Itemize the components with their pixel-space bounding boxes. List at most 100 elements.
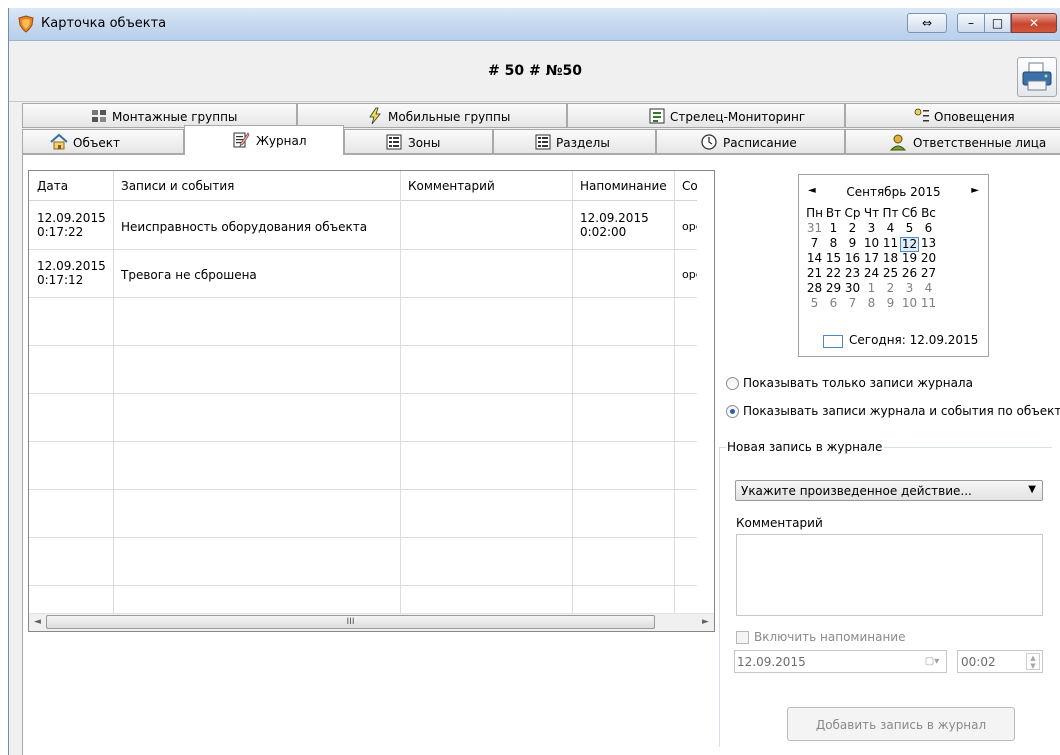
tab-object[interactable]: Объект (22, 129, 184, 154)
calendar-day[interactable]: 3 (862, 222, 881, 235)
cell-employee[interactable]: operator (682, 268, 698, 282)
calendar-today-link[interactable]: Сегодня: 12.09.2015 (849, 333, 978, 347)
print-button[interactable] (1017, 57, 1057, 97)
calendar-day[interactable]: 12 (900, 237, 919, 252)
calendar-day[interactable]: 5 (900, 222, 919, 235)
calendar-day[interactable]: 31 (805, 222, 824, 235)
calendar-day[interactable]: 17 (862, 252, 881, 265)
calendar-day[interactable]: 8 (824, 237, 843, 250)
calendar-day[interactable]: 27 (919, 267, 938, 280)
restore-size-button[interactable]: ⇔ (907, 13, 947, 33)
calendar-weekday-header: Пн (806, 206, 823, 220)
calendar-day[interactable]: 8 (862, 297, 881, 310)
calendar-weekday-header: Вс (921, 206, 936, 220)
cell-event[interactable]: Неисправность оборудования объекта (121, 220, 396, 234)
scroll-grip: III (346, 617, 355, 627)
calendar-day[interactable]: 10 (900, 297, 919, 310)
journal-icon (233, 132, 250, 148)
calendar-day[interactable]: 15 (824, 252, 843, 265)
calendar-day[interactable]: 10 (862, 237, 881, 250)
cell-event[interactable]: Тревога не сброшена (121, 268, 396, 282)
radio-label: Показывать записи журнала и события по о… (743, 404, 1060, 418)
calendar-day[interactable]: 4 (919, 282, 938, 295)
calendar-day[interactable]: 7 (843, 297, 862, 310)
calendar-next-button[interactable]: ► (971, 185, 979, 196)
month-calendar[interactable]: ◄ Сентябрь 2015 ► Пн Вт Ср Чт Пт Сб Вс 31 1 2 3 4 5 6… (798, 174, 989, 357)
calendar-day[interactable]: 3 (900, 282, 919, 295)
calendar-day[interactable]: 5 (805, 297, 824, 310)
calendar-day[interactable]: 6 (919, 222, 938, 235)
close-icon: ✕ (1028, 16, 1040, 30)
horizontal-scrollbar[interactable]: ◄ III ► (29, 613, 714, 631)
calendar-day[interactable]: 18 (881, 252, 900, 265)
cell-reminder[interactable]: 12.09.2015 0:02:00 (580, 211, 649, 239)
calendar-day[interactable]: 16 (843, 252, 862, 265)
column-header-events[interactable]: Записи и события (113, 171, 400, 201)
cell-date: 12.09.2015 (37, 259, 106, 273)
reminder-checkbox[interactable] (736, 631, 749, 644)
tab-schedule[interactable]: Расписание (656, 129, 845, 154)
tab-strelets-monitoring[interactable]: Стрелец-Мониторинг (567, 103, 845, 128)
calendar-day[interactable]: 9 (881, 297, 900, 310)
calendar-day[interactable]: 2 (881, 282, 900, 295)
column-header-employee[interactable]: Сотрудник (674, 171, 698, 201)
calendar-day[interactable]: 30 (843, 282, 862, 295)
tab-notifications[interactable]: Оповещения (845, 103, 1060, 128)
scroll-thumb[interactable]: III (46, 615, 655, 629)
calendar-month-label[interactable]: Сентябрь 2015 (799, 185, 988, 199)
calendar-day[interactable]: 11 (919, 297, 938, 310)
minimize-button[interactable]: – (957, 13, 985, 33)
scroll-right-icon[interactable]: ► (697, 614, 714, 631)
calendar-day[interactable]: 1 (824, 222, 843, 235)
column-header-reminder[interactable]: Напоминание (572, 171, 674, 201)
column-header-date[interactable]: Дата (29, 171, 113, 201)
cell-employee[interactable]: operator (682, 220, 698, 234)
calendar-day[interactable]: 1 (862, 282, 881, 295)
tab-label: Зоны (408, 136, 441, 150)
column-header-comment[interactable]: Комментарий (400, 171, 572, 201)
radio-button[interactable] (726, 377, 739, 390)
calendar-day[interactable]: 6 (824, 297, 843, 310)
reminder-time-stepper[interactable]: 00:02 ▲ ▼ (957, 650, 1043, 673)
cell-reminder-date: 12.09.2015 (580, 211, 649, 225)
calendar-day[interactable]: 26 (900, 267, 919, 280)
calendar-day[interactable]: 28 (805, 282, 824, 295)
spin-up-down-icon[interactable]: ▲ ▼ (1026, 653, 1040, 670)
calendar-day[interactable]: 24 (862, 267, 881, 280)
calendar-day[interactable]: 22 (824, 267, 843, 280)
calendar-day[interactable]: 19 (900, 252, 919, 265)
calendar-day[interactable]: 23 (843, 267, 862, 280)
row-divider (29, 441, 698, 442)
calendar-day[interactable]: 21 (805, 267, 824, 280)
radio-button[interactable] (726, 405, 739, 418)
tab-journal[interactable]: Журнал (184, 125, 344, 155)
list-icon (386, 134, 402, 150)
today-marker-icon (823, 335, 843, 348)
calendar-day[interactable]: 11 (881, 237, 900, 250)
calendar-day[interactable]: 4 (881, 222, 900, 235)
calendar-day[interactable]: 13 (919, 237, 938, 250)
add-journal-entry-button[interactable]: Добавить запись в журнал (787, 707, 1015, 741)
title-bar[interactable]: Карточка объекта ⇔ – □ ✕ (9, 8, 1060, 41)
row-divider (29, 249, 698, 250)
maximize-button[interactable]: □ (985, 13, 1011, 33)
tab-responsible-persons[interactable]: Ответственные лица (845, 129, 1060, 154)
scroll-left-icon[interactable]: ◄ (29, 614, 46, 631)
calendar-day[interactable]: 29 (824, 282, 843, 295)
calendar-dropdown-icon[interactable]: ▢▾ (921, 654, 943, 669)
table-row[interactable]: 12.09.2015 0:17:12 (37, 259, 106, 287)
reminder-date-picker[interactable]: 12.09.2015 ▢▾ (734, 650, 947, 673)
calendar-day[interactable]: 14 (805, 252, 824, 265)
close-button[interactable]: ✕ (1011, 13, 1057, 33)
journal-table[interactable]: Дата Записи и события Комментарий Напоми… (28, 170, 715, 632)
calendar-day[interactable]: 2 (843, 222, 862, 235)
action-select[interactable]: Укажите произведенное действие... ▼ (735, 480, 1043, 501)
comment-input[interactable] (736, 534, 1043, 616)
tab-sections[interactable]: Разделы (493, 129, 656, 154)
table-row[interactable]: 12.09.2015 0:17:22 (37, 211, 106, 239)
calendar-day[interactable]: 20 (919, 252, 938, 265)
tab-zones[interactable]: Зоны (344, 129, 493, 154)
calendar-day[interactable]: 25 (881, 267, 900, 280)
calendar-day[interactable]: 7 (805, 237, 824, 250)
calendar-day[interactable]: 9 (843, 237, 862, 250)
